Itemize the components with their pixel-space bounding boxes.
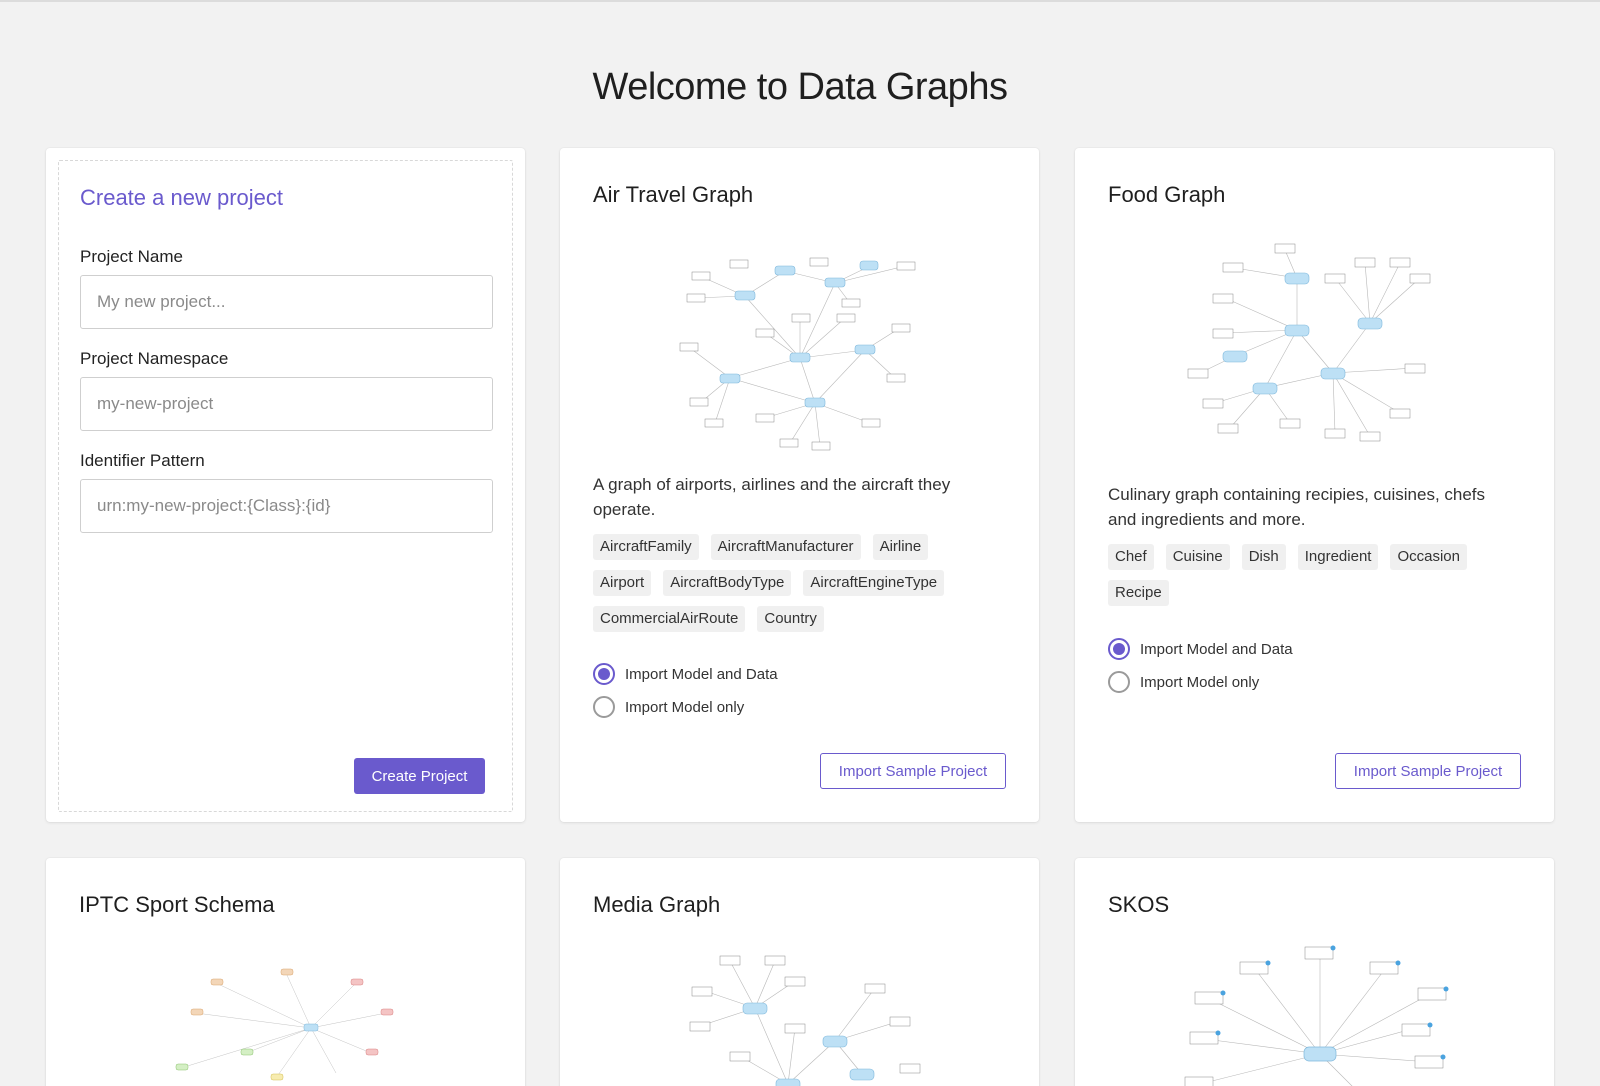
sample-description: Culinary graph containing recipies, cuis… (1108, 485, 1486, 529)
sample-card-skos: SKOS (1075, 858, 1554, 1086)
sample-title: Air Travel Graph (593, 182, 754, 207)
entity-tags: AircraftFamily AircraftManufacturer Airl… (593, 534, 993, 632)
project-name-label: Project Name (80, 247, 183, 266)
sample-card-media: Media Graph (560, 858, 1039, 1086)
graph-preview-image (560, 238, 1039, 458)
project-name-input[interactable] (80, 275, 493, 329)
entity-tag: CommercialAirRoute (593, 606, 746, 632)
graph-thumbnail (175, 968, 393, 1081)
entity-tag: Dish (1241, 544, 1286, 570)
graph-thumbnail (1187, 243, 1430, 442)
entity-tags: Chef Cuisine Dish Ingredient Occasion Re… (1108, 544, 1508, 606)
entity-tag: Airline (872, 534, 929, 560)
sample-title: Food Graph (1108, 182, 1226, 207)
entity-tag: Ingredient (1297, 544, 1379, 570)
graph-preview-image (1075, 944, 1554, 1086)
graph-preview-image (560, 946, 1039, 1086)
graph-thumbnail (1184, 945, 1448, 1086)
radio-label: Import Model and Data (1140, 640, 1293, 658)
entity-tag: AircraftBodyType (663, 570, 792, 596)
entity-tag: Recipe (1108, 580, 1169, 606)
entity-tag: Cuisine (1165, 544, 1230, 570)
import-sample-project-button[interactable]: Import Sample Project (1335, 753, 1521, 789)
graph-preview-image (1075, 238, 1554, 448)
entity-tag: AircraftManufacturer (710, 534, 861, 560)
graph-thumbnail (689, 955, 920, 1086)
entity-tag: Occasion (1390, 544, 1467, 570)
sample-card-iptc-sport: IPTC Sport Schema (46, 858, 525, 1086)
top-border (0, 0, 1600, 2)
radio-import-model-only[interactable]: Import Model only (593, 696, 744, 718)
radio-selected-icon[interactable] (1108, 638, 1130, 660)
entity-tag: Country (757, 606, 824, 632)
identifier-pattern-input[interactable] (80, 479, 493, 533)
radio-import-model-and-data[interactable]: Import Model and Data (1108, 638, 1293, 660)
entity-tag: Airport (593, 570, 652, 596)
page-title: Welcome to Data Graphs (592, 66, 1008, 108)
radio-unselected-icon[interactable] (593, 696, 615, 718)
radio-label: Import Model only (625, 698, 745, 716)
project-namespace-input[interactable] (80, 377, 493, 431)
sample-title: IPTC Sport Schema (79, 892, 275, 917)
sample-card-air-travel: Air Travel Graph A graph of airports, ai… (560, 148, 1039, 822)
radio-selected-icon[interactable] (593, 663, 615, 685)
sample-description: A graph of airports, airlines and the ai… (593, 475, 951, 519)
entity-tag: AircraftEngineType (803, 570, 945, 596)
radio-unselected-icon[interactable] (1108, 671, 1130, 693)
create-project-form: Create a new project Project Name Projec… (58, 160, 513, 812)
radio-import-model-and-data[interactable]: Import Model and Data (593, 663, 778, 685)
sample-title: Media Graph (593, 892, 721, 917)
radio-import-model-only[interactable]: Import Model only (1108, 671, 1259, 693)
graph-preview-image (46, 953, 525, 1086)
import-sample-project-button[interactable]: Import Sample Project (820, 753, 1006, 789)
entity-tag: AircraftFamily (593, 534, 699, 560)
create-project-title: Create a new project (80, 185, 283, 210)
sample-title: SKOS (1108, 892, 1170, 917)
entity-tag: Chef (1108, 544, 1154, 570)
sample-card-food: Food Graph Culinary graph containing rec… (1075, 148, 1554, 822)
create-project-button[interactable]: Create Project (354, 758, 485, 794)
project-namespace-label: Project Namespace (80, 349, 229, 368)
graph-thumbnail (679, 257, 915, 451)
radio-label: Import Model and Data (625, 665, 778, 683)
create-project-card: Create a new project Project Name Projec… (46, 148, 525, 822)
identifier-pattern-label: Identifier Pattern (80, 451, 205, 470)
radio-label: Import Model only (1140, 673, 1260, 691)
